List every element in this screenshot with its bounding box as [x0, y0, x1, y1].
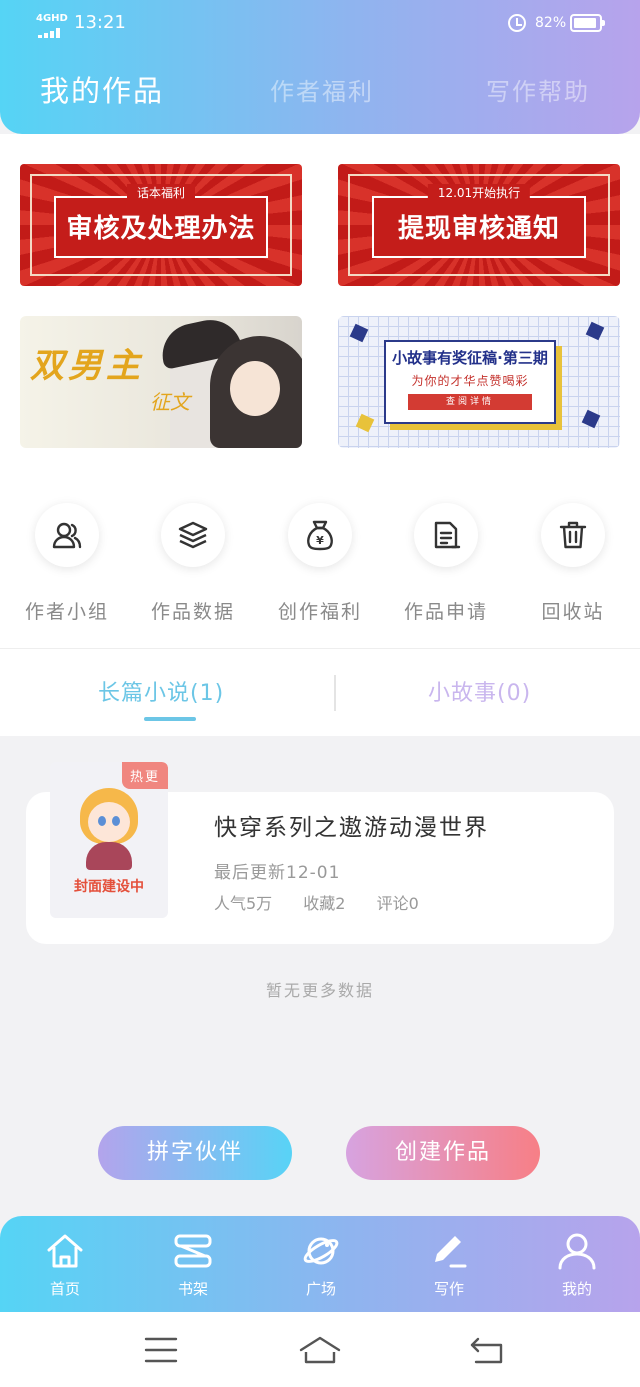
bottom-nav: 首页 书架 广场 写作 我的 [0, 1216, 640, 1312]
planet-icon [303, 1237, 339, 1265]
nav-mine-label: 我的 [561, 1280, 592, 1298]
writing-partner-button[interactable]: 拼字伙伴 [98, 1126, 292, 1180]
bookshelf-icon [174, 1234, 212, 1268]
quick-recycle-bin-label: 回收站 [541, 601, 605, 623]
novel-stats: 人气5万 收藏2 评论0 [214, 890, 445, 914]
users-icon [52, 522, 82, 549]
novel-last-update: 最后更新12-01 [214, 863, 341, 883]
battery-percent: 82% [535, 15, 567, 31]
top-tabs: 我的作品 作者福利 写作帮助 [0, 72, 640, 112]
nav-square-label: 广场 [305, 1280, 336, 1298]
clock: 13:21 [74, 12, 126, 33]
quick-work-data-label: 作品数据 [150, 601, 235, 623]
tab-novels[interactable]: 长篇小说(1) [98, 675, 224, 707]
tab-writing-help[interactable]: 写作帮助 [486, 72, 590, 107]
menu-icon[interactable] [144, 1336, 178, 1364]
signal-icon [38, 28, 64, 38]
quick-actions: 作者小组 作品数据 ¥ 创作福利 作品申请 回收站 [0, 503, 640, 633]
novel-favorites: 收藏2 [303, 894, 346, 913]
banner-review-small: 话本福利 [126, 184, 196, 201]
nav-write-label: 写作 [433, 1280, 464, 1298]
banner-review-policy[interactable]: 话本福利 审核及处理办法 [20, 164, 302, 286]
novel-cover[interactable]: 热更 封面建设中 [50, 762, 168, 918]
story-contest-button[interactable]: 查阅详情 [408, 394, 532, 410]
novel-title[interactable]: 快穿系列之遨游动漫世界 [214, 808, 489, 842]
banner-danmei-title: 双男主 [30, 346, 144, 386]
tab-my-works[interactable]: 我的作品 [40, 68, 164, 110]
banner-review-title: 审核及处理办法 [66, 214, 256, 244]
story-contest-line2: 为你的才华点赞喝彩 [411, 374, 529, 388]
nav-mine[interactable]: 我的 [532, 1232, 622, 1299]
hot-update-badge: 热更 [121, 762, 168, 789]
home-button-icon[interactable] [298, 1334, 342, 1366]
banner-withdraw-title: 提现审核通知 [397, 214, 560, 244]
banner-withdraw-small: 12.01开始执行 [427, 184, 531, 201]
system-nav-bar [0, 1312, 640, 1387]
app-header: 4GHD 13:21 82% 我的作品 作者福利 写作帮助 [0, 0, 640, 134]
svg-text:¥: ¥ [316, 534, 324, 547]
works-tabs: 长篇小说(1) 小故事(0) [0, 648, 640, 736]
network-type: 4GHD [36, 13, 68, 24]
active-tab-indicator [144, 717, 196, 721]
cover-placeholder-text: 封面建设中 [74, 879, 144, 895]
novel-popularity: 人气5万 [214, 894, 273, 913]
tab-short-stories[interactable]: 小故事(0) [428, 675, 531, 707]
no-more-data: 暂无更多数据 [265, 981, 374, 1000]
quick-creation-benefits-label: 创作福利 [277, 601, 362, 623]
create-work-button[interactable]: 创建作品 [346, 1126, 540, 1180]
layers-icon [178, 521, 208, 549]
story-contest-line1: 小故事有奖征稿·第三期 [392, 349, 548, 367]
quick-work-data[interactable]: 作品数据 [133, 503, 253, 624]
quick-creation-benefits[interactable]: ¥ 创作福利 [260, 503, 380, 624]
tab-divider [334, 675, 336, 711]
document-icon [434, 521, 461, 549]
nav-home-label: 首页 [49, 1280, 80, 1298]
quick-recycle-bin[interactable]: 回收站 [513, 503, 633, 624]
novel-comments: 评论0 [376, 894, 419, 913]
nav-square[interactable]: 广场 [276, 1232, 366, 1299]
story-contest-card: 小故事有奖征稿·第三期 为你的才华点赞喝彩 查阅详情 [384, 340, 556, 424]
nav-bookshelf-label: 书架 [177, 1280, 208, 1298]
back-icon[interactable] [470, 1336, 504, 1364]
nav-write[interactable]: 写作 [404, 1232, 494, 1299]
trash-icon [559, 521, 587, 549]
banner-story-contest[interactable]: 小故事有奖征稿·第三期 为你的才华点赞喝彩 查阅详情 [338, 316, 620, 448]
nav-bookshelf[interactable]: 书架 [148, 1232, 238, 1299]
user-icon [558, 1233, 596, 1270]
battery-icon [570, 14, 605, 32]
quick-work-apply-label: 作品申请 [403, 601, 488, 623]
pen-icon [435, 1236, 467, 1268]
quick-work-apply[interactable]: 作品申请 [386, 503, 506, 624]
banner-danmei-sub: 征文 [150, 390, 190, 414]
banner-withdraw-notice[interactable]: 12.01开始执行 提现审核通知 [338, 164, 620, 286]
money-bag-icon: ¥ [307, 520, 333, 551]
quick-author-group-label: 作者小组 [24, 601, 109, 623]
status-bar: 4GHD 13:21 82% [0, 10, 640, 40]
quick-author-group[interactable]: 作者小组 [7, 503, 127, 624]
alarm-icon [508, 14, 526, 32]
banner-danmei-contest[interactable]: 双男主 征文 [20, 316, 302, 448]
nav-home[interactable]: 首页 [20, 1232, 110, 1299]
tab-author-benefits[interactable]: 作者福利 [270, 72, 374, 107]
home-icon [47, 1234, 83, 1268]
